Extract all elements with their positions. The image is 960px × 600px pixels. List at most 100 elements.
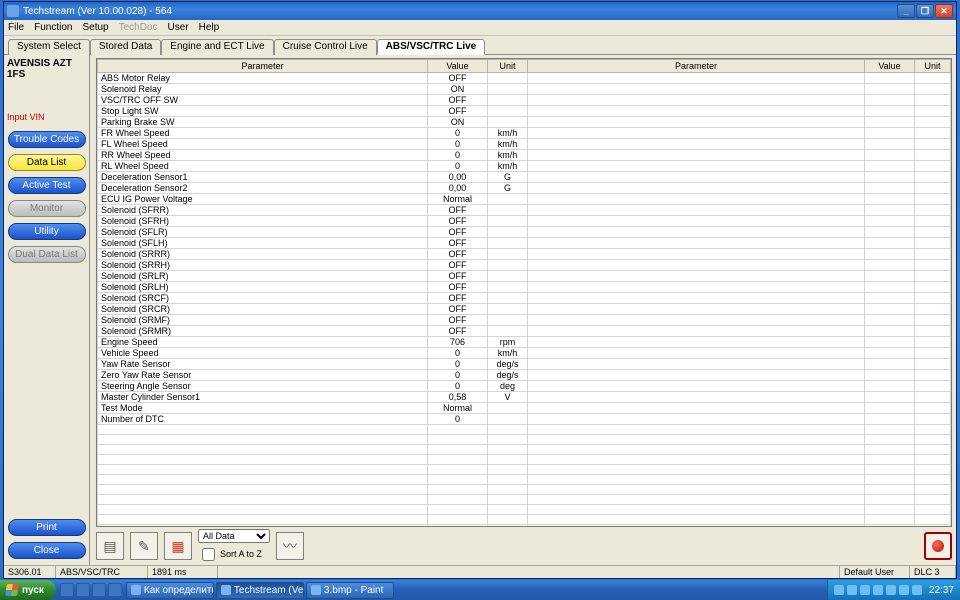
table-row[interactable]: FL Wheel Speed0km/h <box>98 139 951 150</box>
tab-stored-data[interactable]: Stored Data <box>90 39 161 55</box>
tray-icon[interactable] <box>886 585 896 595</box>
tray-icon[interactable] <box>860 585 870 595</box>
ql-icon[interactable] <box>92 583 106 597</box>
table-row[interactable]: Solenoid (SRRR)OFF <box>98 249 951 260</box>
menu-function[interactable]: Function <box>34 22 72 33</box>
table-row[interactable]: Solenoid (SRCF)OFF <box>98 293 951 304</box>
ql-icon[interactable] <box>60 583 74 597</box>
cell-value: 0 <box>428 150 488 161</box>
table-row[interactable]: Number of DTC0 <box>98 414 951 425</box>
col-unit[interactable]: Unit <box>488 60 528 73</box>
table-row[interactable] <box>98 485 951 495</box>
tray-icon[interactable] <box>899 585 909 595</box>
table-row[interactable]: RR Wheel Speed0km/h <box>98 150 951 161</box>
input-vin-link[interactable]: Input VIN <box>7 112 86 122</box>
table-row[interactable]: ECU IG Power VoltageNormal <box>98 194 951 205</box>
table-row[interactable] <box>98 445 951 455</box>
col-parameter-2[interactable]: Parameter <box>528 60 865 73</box>
tray-icon[interactable] <box>873 585 883 595</box>
minimize-button[interactable]: _ <box>897 4 915 18</box>
system-tray[interactable]: 22:37 <box>827 580 960 600</box>
print-button[interactable]: Print <box>8 519 86 536</box>
table-row[interactable] <box>98 475 951 485</box>
menu-user[interactable]: User <box>168 22 189 33</box>
taskbar-button[interactable]: Techstream (Ver 10.0... <box>216 582 304 599</box>
table-row[interactable] <box>98 525 951 528</box>
col-value-2[interactable]: Value <box>865 60 915 73</box>
menu-help[interactable]: Help <box>199 22 220 33</box>
table-row[interactable]: FR Wheel Speed0km/h <box>98 128 951 139</box>
view-graph-icon[interactable]: ✎ <box>130 532 158 560</box>
view-list-icon[interactable]: ▤ <box>96 532 124 560</box>
table-row[interactable]: Stop Light SWOFF <box>98 106 951 117</box>
table-row[interactable]: Solenoid (SFRR)OFF <box>98 205 951 216</box>
table-row[interactable]: Deceleration Sensor10,00G <box>98 172 951 183</box>
col-value[interactable]: Value <box>428 60 488 73</box>
table-row[interactable]: VSC/TRC OFF SWOFF <box>98 95 951 106</box>
close-view-button[interactable]: Close <box>8 542 86 559</box>
tray-icon[interactable] <box>912 585 922 595</box>
tray-icon[interactable] <box>834 585 844 595</box>
close-button[interactable]: ✕ <box>935 4 953 18</box>
table-row[interactable]: Master Cylinder Sensor10,58V <box>98 392 951 403</box>
table-row[interactable]: Yaw Rate Sensor0deg/s <box>98 359 951 370</box>
table-row[interactable]: ABS Motor RelayOFF <box>98 73 951 84</box>
cell-param: Number of DTC <box>98 414 428 425</box>
table-row[interactable] <box>98 465 951 475</box>
filter-select[interactable]: All Data <box>198 529 270 543</box>
table-row[interactable]: RL Wheel Speed0km/h <box>98 161 951 172</box>
menu-setup[interactable]: Setup <box>82 22 108 33</box>
tab-abs-vsc-trc-live[interactable]: ABS/VSC/TRC Live <box>377 39 486 55</box>
title-bar[interactable]: Techstream (Ver 10.00.028) - 564 _ ❐ ✕ <box>4 2 956 20</box>
table-row[interactable] <box>98 425 951 435</box>
sort-checkbox[interactable] <box>202 548 215 561</box>
table-row[interactable]: Solenoid (SRCR)OFF <box>98 304 951 315</box>
sort-checkbox-label[interactable]: Sort A to Z <box>198 545 270 564</box>
table-row[interactable]: Parking Brake SWON <box>98 117 951 128</box>
line-chart-icon[interactable]: 〰 <box>276 532 304 560</box>
start-button[interactable]: пуск <box>0 580 56 600</box>
record-button[interactable] <box>924 532 952 560</box>
windows-taskbar[interactable]: пуск Как определить стр... Techstream (V… <box>0 580 960 600</box>
table-row[interactable]: Vehicle Speed0km/h <box>98 348 951 359</box>
table-row[interactable]: Steering Angle Sensor0deg <box>98 381 951 392</box>
menu-file[interactable]: File <box>8 22 24 33</box>
table-row[interactable]: Solenoid (SFLR)OFF <box>98 227 951 238</box>
tab-engine-ect-live[interactable]: Engine and ECT Live <box>161 39 273 55</box>
col-parameter[interactable]: Parameter <box>98 60 428 73</box>
view-combined-icon[interactable]: ▦ <box>164 532 192 560</box>
table-row[interactable]: Solenoid (SFLH)OFF <box>98 238 951 249</box>
tab-system-select[interactable]: System Select <box>8 39 90 55</box>
cell-value: OFF <box>428 106 488 117</box>
table-row[interactable]: Solenoid (SRMF)OFF <box>98 315 951 326</box>
col-unit-2[interactable]: Unit <box>915 60 951 73</box>
table-row[interactable]: Deceleration Sensor20,00G <box>98 183 951 194</box>
maximize-button[interactable]: ❐ <box>916 4 934 18</box>
table-row[interactable] <box>98 515 951 525</box>
table-row[interactable]: Test ModeNormal <box>98 403 951 414</box>
taskbar-button[interactable]: Как определить стр... <box>126 582 214 599</box>
trouble-codes-button[interactable]: Trouble Codes <box>8 131 86 148</box>
table-row[interactable]: Solenoid (SRRH)OFF <box>98 260 951 271</box>
ql-icon[interactable] <box>108 583 122 597</box>
table-row[interactable] <box>98 505 951 515</box>
table-row[interactable]: Solenoid (SRMR)OFF <box>98 326 951 337</box>
table-row[interactable]: Engine Speed706rpm <box>98 337 951 348</box>
clock[interactable]: 22:37 <box>929 585 954 596</box>
data-grid[interactable]: Parameter Value Unit Parameter Value Uni… <box>96 58 952 527</box>
table-row[interactable] <box>98 435 951 445</box>
table-row[interactable]: Solenoid (SRLR)OFF <box>98 271 951 282</box>
data-list-button[interactable]: Data List <box>8 154 86 171</box>
taskbar-button[interactable]: 3.bmp - Paint <box>306 582 394 599</box>
ql-icon[interactable] <box>76 583 90 597</box>
active-test-button[interactable]: Active Test <box>8 177 86 194</box>
table-row[interactable] <box>98 495 951 505</box>
utility-button[interactable]: Utility <box>8 223 86 240</box>
table-row[interactable] <box>98 455 951 465</box>
tray-icon[interactable] <box>847 585 857 595</box>
table-row[interactable]: Solenoid (SFRH)OFF <box>98 216 951 227</box>
table-row[interactable]: Solenoid (SRLH)OFF <box>98 282 951 293</box>
table-row[interactable]: Solenoid RelayON <box>98 84 951 95</box>
tab-cruise-control-live[interactable]: Cruise Control Live <box>274 39 377 55</box>
table-row[interactable]: Zero Yaw Rate Sensor0deg/s <box>98 370 951 381</box>
